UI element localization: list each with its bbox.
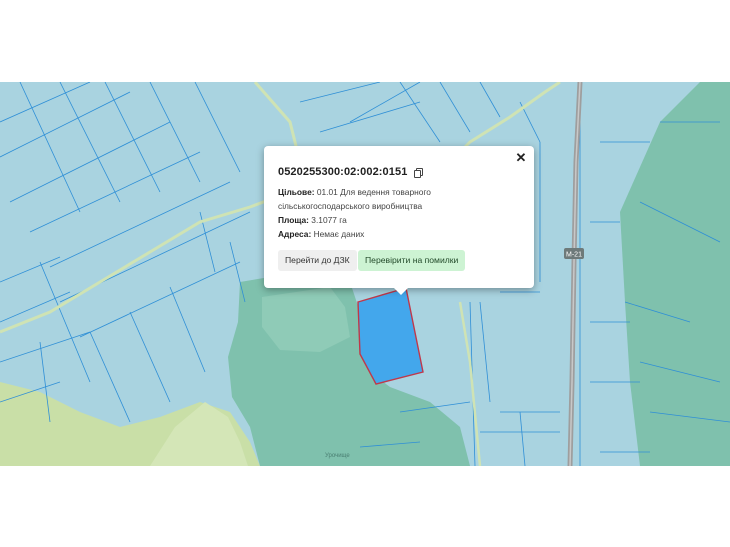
place-label: Урочище bbox=[325, 453, 350, 459]
address-label: Адреса: bbox=[278, 229, 314, 239]
road-shield-text: M-21 bbox=[566, 252, 582, 259]
address-row: Адреса: Немає даних bbox=[278, 228, 524, 242]
area-label: Площа: bbox=[278, 215, 312, 225]
parcel-popup: ✕ 0520255300:02:002:0151 Цільове: 01.01 … bbox=[264, 146, 534, 295]
area-value: 3.1077 га bbox=[311, 215, 347, 225]
forest-area-light bbox=[262, 287, 350, 352]
popup-title: 0520255300:02:002:0151 bbox=[278, 166, 424, 178]
copy-icon[interactable] bbox=[414, 168, 424, 178]
check-errors-button[interactable]: Перевірити на помилки bbox=[358, 250, 466, 271]
cadastral-number: 0520255300:02:002:0151 bbox=[278, 166, 408, 178]
address-value: Немає даних bbox=[313, 229, 365, 239]
close-button[interactable]: ✕ bbox=[513, 150, 529, 166]
go-to-dzk-button[interactable]: Перейти до ДЗК bbox=[278, 250, 357, 271]
area-row: Площа: 3.1077 га bbox=[278, 214, 524, 228]
purpose-label: Цільове: bbox=[278, 187, 317, 197]
purpose-row: Цільове: 01.01 Для ведення товарного сіл… bbox=[278, 186, 524, 213]
